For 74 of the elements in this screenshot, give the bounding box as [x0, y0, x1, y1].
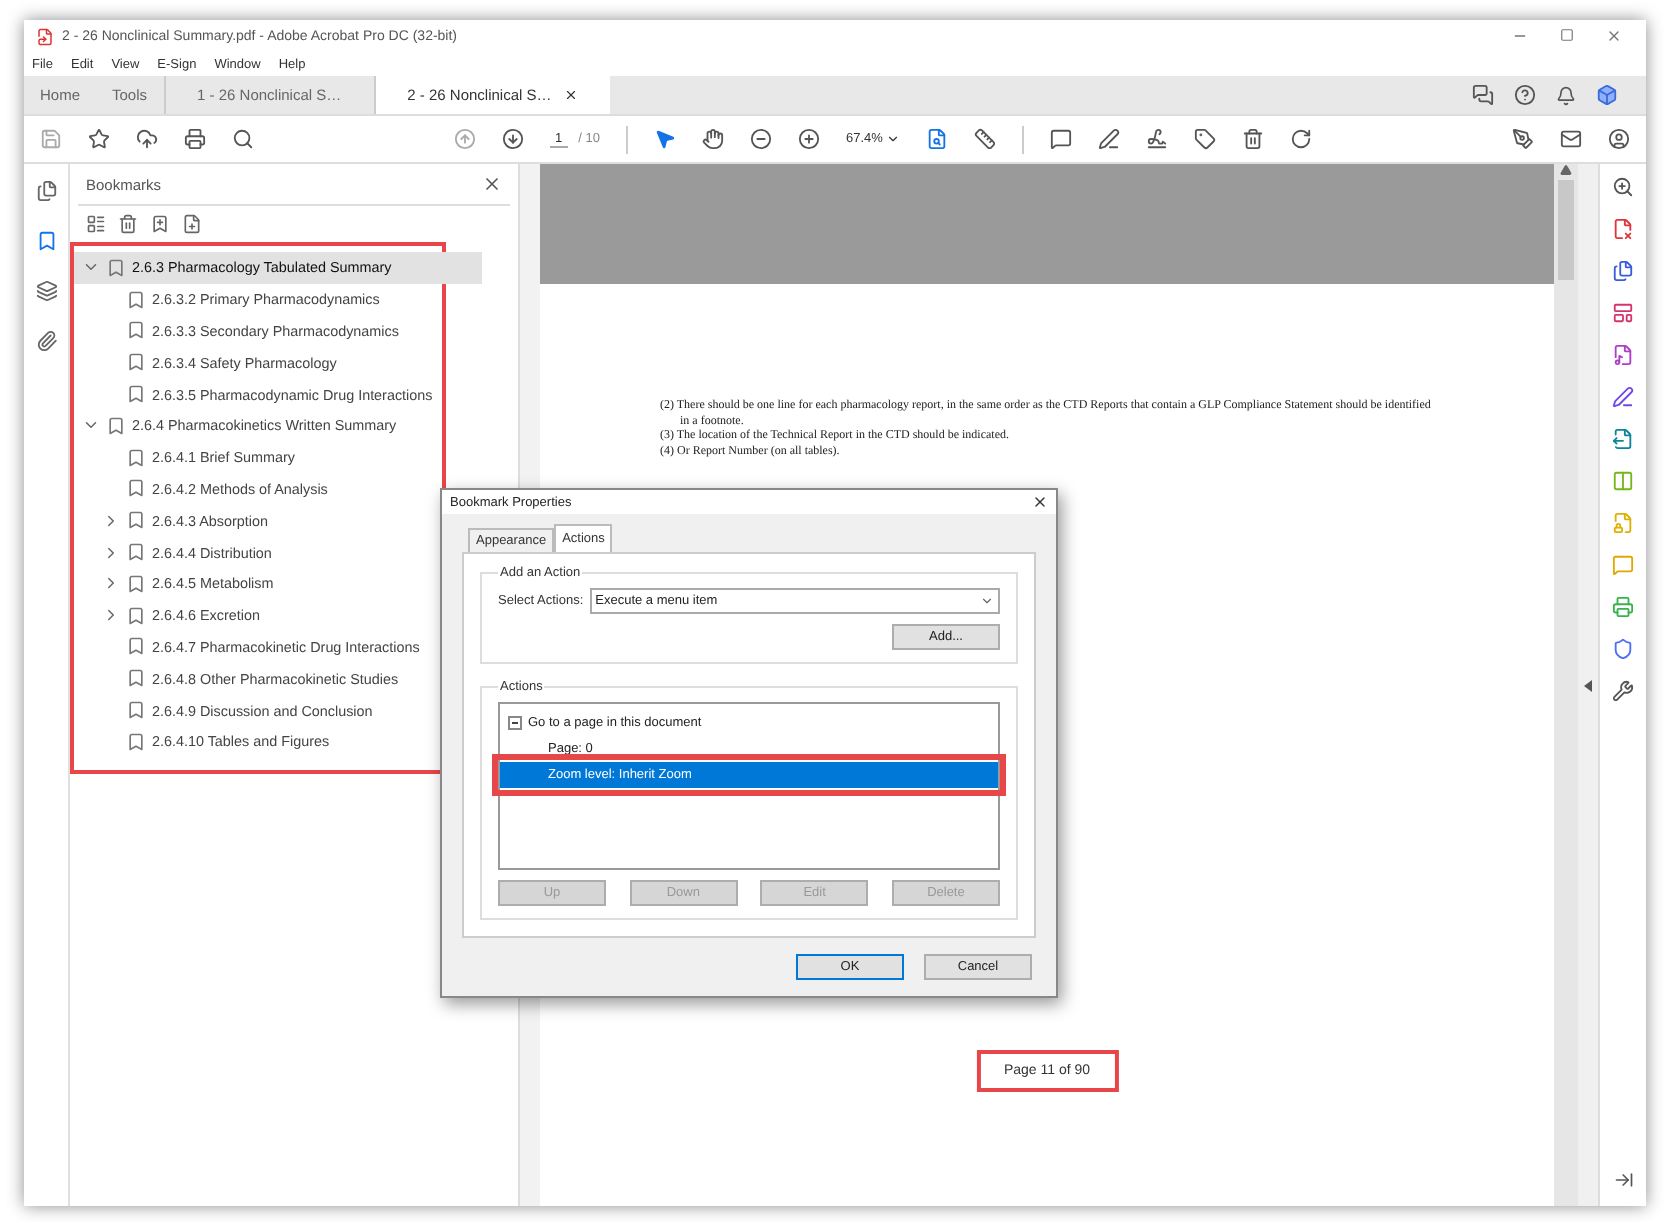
- new-bookmark-icon[interactable]: [150, 214, 170, 234]
- wrench-icon[interactable]: [1612, 680, 1634, 702]
- pointer-icon[interactable]: [654, 128, 677, 150]
- files-icon[interactable]: [1612, 260, 1634, 282]
- pen-icon[interactable]: [1098, 128, 1121, 150]
- scrollbar[interactable]: [1554, 164, 1578, 1206]
- zoom-out-icon[interactable]: [750, 128, 773, 150]
- upload-icon[interactable]: [136, 128, 158, 150]
- chevron-right-icon[interactable]: [102, 511, 120, 530]
- bookmark-icon: [126, 510, 146, 531]
- bell-icon[interactable]: [1556, 85, 1576, 105]
- zoom-in-icon[interactable]: [798, 128, 821, 150]
- layers-icon[interactable]: [35, 280, 57, 302]
- app-icon: [36, 27, 54, 45]
- rotate-icon[interactable]: [1290, 128, 1313, 150]
- layout-icon[interactable]: [1612, 302, 1634, 324]
- bookmark-icon: [126, 668, 146, 689]
- page-down-icon[interactable]: [501, 128, 524, 150]
- file-icon[interactable]: [1612, 344, 1634, 366]
- comment-icon[interactable]: [1050, 128, 1073, 150]
- file-icon[interactable]: [182, 214, 202, 234]
- search-icon[interactable]: [232, 128, 254, 150]
- bookmark-icon: [126, 542, 146, 563]
- bookmark-icon: [106, 257, 126, 278]
- close-icon[interactable]: [482, 174, 502, 194]
- chevron-right-icon[interactable]: [102, 574, 120, 593]
- bookmark-icon: [126, 447, 146, 468]
- cube-icon[interactable]: [1596, 84, 1618, 106]
- mail-icon[interactable]: [1560, 128, 1582, 150]
- scroll-thumb[interactable]: [1558, 180, 1574, 280]
- bookmark-icon: [126, 700, 146, 721]
- maximize-icon[interactable]: [1560, 28, 1574, 42]
- file-icon[interactable]: [1612, 218, 1634, 240]
- file-export-icon[interactable]: [1612, 428, 1634, 450]
- bookmark-icon: [126, 605, 146, 626]
- bookmark-icon: [126, 320, 146, 341]
- chat-icon[interactable]: [1472, 84, 1494, 106]
- chevron-right-icon[interactable]: [102, 543, 120, 562]
- paperclip-icon[interactable]: [35, 330, 57, 352]
- tag-icon[interactable]: [1194, 128, 1217, 150]
- hand-icon[interactable]: [702, 128, 725, 150]
- bookmark-icon: [106, 415, 126, 436]
- caret-icon[interactable]: [980, 594, 994, 608]
- trash-icon[interactable]: [118, 214, 138, 234]
- trash-icon[interactable]: [1242, 128, 1265, 150]
- close-icon[interactable]: [563, 88, 578, 102]
- shield-icon[interactable]: [1612, 638, 1634, 660]
- close-icon[interactable]: [1032, 494, 1048, 510]
- options-icon[interactable]: [86, 214, 106, 234]
- expand-panel-icon[interactable]: [1613, 1170, 1633, 1190]
- pages-icon[interactable]: [35, 180, 57, 202]
- help-icon[interactable]: [1514, 84, 1536, 106]
- user-icon[interactable]: [1608, 128, 1630, 150]
- pen-icon[interactable]: [1612, 386, 1634, 408]
- ruler-icon[interactable]: [974, 128, 997, 150]
- bookmark-icon: [126, 478, 146, 499]
- caret-icon[interactable]: [886, 132, 901, 146]
- file-icon[interactable]: [926, 128, 949, 150]
- pen-tool-icon[interactable]: [1512, 128, 1534, 150]
- bookmark-icon: [126, 636, 146, 657]
- bookmark-icon: [126, 731, 146, 752]
- bookmark-icon: [126, 289, 146, 310]
- star-icon[interactable]: [88, 128, 110, 150]
- signature-icon[interactable]: [1146, 128, 1169, 150]
- bookmark-icon[interactable]: [35, 230, 57, 252]
- collapse-icon[interactable]: [508, 716, 522, 730]
- chevron-right-icon[interactable]: [102, 606, 120, 625]
- zoom-in-icon[interactable]: [1612, 176, 1634, 198]
- collapse-icon[interactable]: [1584, 679, 1592, 691]
- scroll-up-icon[interactable]: [1560, 164, 1572, 176]
- printer-icon[interactable]: [184, 128, 206, 150]
- bookmark-icon: [126, 573, 146, 594]
- bookmark-icon: [126, 384, 146, 405]
- bookmark-icon: [126, 352, 146, 373]
